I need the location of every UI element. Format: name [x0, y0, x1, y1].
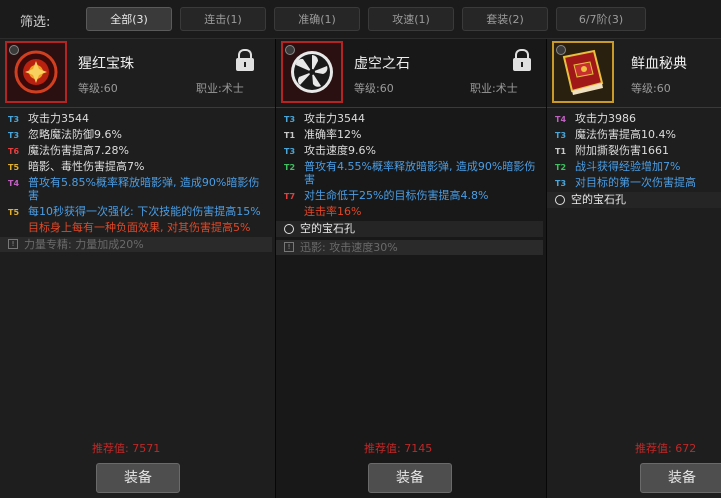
item-class: 职业:术士 — [470, 82, 518, 95]
attribute-row: 目标身上每有一种负面效果, 对其伤害提高5% — [28, 221, 251, 234]
crimson-orb-icon[interactable] — [5, 41, 67, 103]
attribute-list: T3 攻击力3544 T3 忽略魔法防御9.6% T6 魔法伤害提高7.28% T5 暗… — [0, 112, 272, 255]
attribute-row: T7 对生命低于25%的目标伤害提高4.8% — [284, 189, 489, 202]
attribute-row: T3 攻击速度9.6% — [284, 144, 376, 157]
tab-combo[interactable]: 连击(1) — [180, 7, 266, 31]
attribute-row: T1 准确率12% — [284, 128, 362, 141]
attribute-list: T3 攻击力3544 T1 准确率12% T3 攻击速度9.6% T2 普攻有4.55%… — [276, 112, 543, 258]
recommend-value: 推荐值: 7571 — [92, 442, 161, 455]
item-class: 职业:术士 — [196, 82, 244, 95]
attribute-row: T2 普攻有4.55%概率释放暗影弹, 造成90%暗影伤害 — [284, 160, 536, 186]
equip-button[interactable]: 装备 — [96, 463, 180, 493]
attribute-list: T4 攻击力3986 T3 魔法伤害提高10.4% T1 附加撕裂伤害1661 T2 战… — [547, 112, 721, 210]
lock-open-icon[interactable] — [236, 49, 254, 71]
divider — [276, 107, 546, 108]
item-level: 等级:60 — [78, 82, 118, 95]
void-stone-icon[interactable] — [281, 41, 343, 103]
equip-button[interactable]: 装备 — [640, 463, 721, 493]
item-card-blood-tome: 鲜血秘典 等级:60 T4 攻击力3986 T3 魔法伤害提高10.4% T1 附加撕… — [547, 39, 721, 498]
attribute-row: T3 魔法伤害提高10.4% — [555, 128, 676, 141]
gem-socket-icon — [284, 224, 294, 234]
empty-gem-socket[interactable]: 空的宝石孔 — [547, 192, 721, 208]
divider — [547, 107, 721, 108]
tab-attack-speed[interactable]: 攻速(1) — [368, 7, 454, 31]
divider — [0, 107, 275, 108]
attribute-row: T4 普攻有5.85%概率释放暗影弹, 造成90%暗影伤害 — [8, 176, 260, 202]
blood-tome-icon[interactable] — [552, 41, 614, 103]
item-name: 鲜血秘典 — [631, 56, 687, 72]
recommend-value: 推荐值: 672 — [635, 442, 697, 455]
attribute-row: T2 战斗获得经验增加7% — [555, 160, 681, 173]
passive-icon: ! — [284, 242, 294, 252]
attribute-row: T3 忽略魔法防御9.6% — [8, 128, 122, 141]
item-level: 等级:60 — [631, 82, 671, 95]
passive-icon: ! — [8, 239, 18, 249]
filter-bar: 筛选: 全部(3) 连击(1) 准确(1) 攻速(1) 套装(2) 6/7阶(3… — [0, 0, 721, 39]
item-card-crimson-orb: 猩红宝珠 等级:60 职业:术士 T3 攻击力3544 T3 忽略魔法防御9.6% … — [0, 39, 276, 498]
passive-skill: ! 迅影: 攻击速度30% — [276, 240, 543, 255]
item-name: 猩红宝珠 — [78, 56, 134, 72]
attribute-row: T3 攻击力3544 — [284, 112, 365, 125]
equip-button[interactable]: 装备 — [368, 463, 452, 493]
tab-accuracy[interactable]: 准确(1) — [274, 7, 360, 31]
passive-skill: ! 力量专精: 力量加成20% — [0, 237, 272, 252]
tab-set[interactable]: 套装(2) — [462, 7, 548, 31]
attribute-row: T1 附加撕裂伤害1661 — [555, 144, 669, 157]
tab-all[interactable]: 全部(3) — [86, 7, 172, 31]
gem-socket-icon — [555, 195, 565, 205]
attribute-row: T3 攻击力3544 — [8, 112, 89, 125]
attribute-row: T6 魔法伤害提高7.28% — [8, 144, 129, 157]
lock-open-icon[interactable] — [513, 49, 531, 71]
attribute-row: T3 对目标的第一次伤害提高 — [555, 176, 696, 189]
item-name: 虚空之石 — [354, 56, 410, 72]
attribute-row: T5 每10秒获得一次强化: 下次技能的伤害提高15% — [8, 205, 261, 218]
empty-gem-socket[interactable]: 空的宝石孔 — [276, 221, 543, 237]
recommend-value: 推荐值: 7145 — [364, 442, 433, 455]
attribute-row: 连击率16% — [304, 205, 362, 218]
tab-tier-6-7[interactable]: 6/7阶(3) — [556, 7, 646, 31]
item-level: 等级:60 — [354, 82, 394, 95]
attribute-row: T4 攻击力3986 — [555, 112, 636, 125]
item-card-void-stone: 虚空之石 等级:60 职业:术士 T3 攻击力3544 T1 准确率12% T3 攻击… — [276, 39, 547, 498]
filter-label: 筛选: — [20, 15, 51, 30]
attribute-row: T5 暗影、毒性伤害提高7% — [8, 160, 145, 173]
